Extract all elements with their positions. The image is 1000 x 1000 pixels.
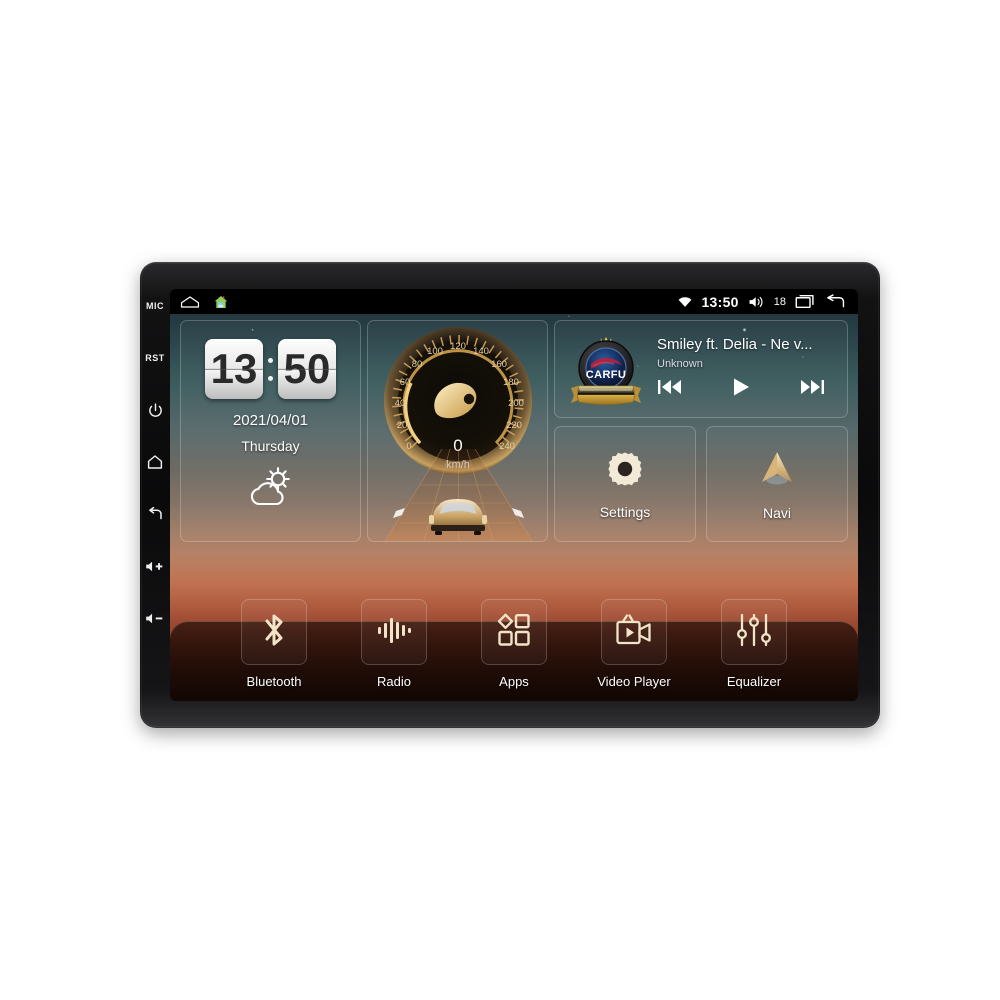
back-arrow-icon xyxy=(146,505,164,523)
home-house-icon[interactable] xyxy=(213,294,229,310)
equalizer-sliders-icon xyxy=(737,613,771,652)
dock-label-radio: Radio xyxy=(377,674,411,689)
back-arrow-icon[interactable] xyxy=(824,293,846,310)
hardware-key-volume-down[interactable] xyxy=(140,592,170,644)
svg-text:140: 140 xyxy=(473,346,489,357)
dock-label-equalizer: Equalizer xyxy=(726,674,782,689)
hardware-key-volume-up[interactable] xyxy=(140,540,170,592)
partly-cloudy-icon xyxy=(243,466,299,513)
svg-text:120: 120 xyxy=(450,341,466,352)
speaker-icon[interactable] xyxy=(748,295,765,309)
clock-minutes: 50 xyxy=(278,339,336,399)
track-artist: Unknown xyxy=(657,358,703,370)
car-head-unit-device: MIC RST 13:50 18 13 50 2021/04/01 Thursd… xyxy=(140,262,880,728)
navigation-arrow-icon xyxy=(756,448,798,495)
clock-date: 2021/04/01 xyxy=(232,412,309,429)
dock-item-equalizer[interactable]: Equalizer xyxy=(715,599,793,689)
bluetooth-icon xyxy=(257,611,291,654)
dock-item-radio[interactable]: Radio xyxy=(355,599,433,689)
svg-text:100: 100 xyxy=(427,346,443,357)
music-metadata: Smiley ft. Delia - Ne v... Unknown xyxy=(649,336,839,402)
road-graphic xyxy=(368,449,547,541)
album-art[interactable]: CARFU xyxy=(563,326,649,412)
dock-item-video-player[interactable]: Video Player xyxy=(595,599,673,689)
hardware-key-back[interactable] xyxy=(140,488,170,540)
mic-label: MIC xyxy=(146,301,164,311)
svg-text:20: 20 xyxy=(396,420,407,431)
hardware-key-mic[interactable]: MIC xyxy=(140,280,170,332)
svg-text:180: 180 xyxy=(503,377,519,388)
status-bar-left-group xyxy=(170,294,229,310)
screenshot-root: MIC RST 13:50 18 13 50 2021/04/01 Thursd… xyxy=(0,0,1000,1000)
status-bar-clock: 13:50 xyxy=(701,293,739,310)
tile-settings[interactable]: Settings xyxy=(554,426,696,542)
play-button[interactable] xyxy=(731,377,751,402)
reset-label: RST xyxy=(145,353,165,363)
tile-settings-label: Settings xyxy=(599,503,651,520)
dock-item-bluetooth[interactable]: Bluetooth xyxy=(235,599,313,689)
dock-label-bluetooth: Bluetooth xyxy=(246,674,302,689)
touchscreen-display: 13:50 18 13 50 2021/04/01 Thursday 0 20 … xyxy=(170,289,858,701)
tile-navi[interactable]: Navi xyxy=(706,426,848,542)
car-icon xyxy=(384,449,533,541)
svg-text:220: 220 xyxy=(506,420,522,431)
clock-weekday: Thursday xyxy=(241,438,300,454)
wifi-icon xyxy=(678,296,692,308)
power-icon xyxy=(147,402,164,419)
clock-colon xyxy=(265,339,276,399)
music-transport-controls xyxy=(657,377,839,402)
home-icon xyxy=(146,453,164,471)
track-title: Smiley ft. Delia - Ne v... xyxy=(657,336,813,353)
svg-text:40: 40 xyxy=(394,398,405,409)
overview-icon[interactable] xyxy=(180,295,200,309)
album-art-text: CARFU xyxy=(586,369,627,381)
weather-area[interactable] xyxy=(181,466,360,513)
hardware-key-reset[interactable]: RST xyxy=(140,332,170,384)
recents-icon[interactable] xyxy=(795,294,815,309)
gear-icon xyxy=(605,449,645,494)
previous-track-button[interactable] xyxy=(657,378,683,401)
tile-navi-label: Navi xyxy=(762,504,791,521)
svg-text:200: 200 xyxy=(508,398,524,409)
status-bar-right-group: 13:50 18 xyxy=(678,294,858,310)
hardware-key-column: MIC RST xyxy=(140,280,170,710)
hardware-key-power[interactable] xyxy=(140,384,170,436)
radio-waveform-icon xyxy=(376,613,412,652)
svg-text:60: 60 xyxy=(399,377,410,388)
status-bar: 13:50 18 xyxy=(170,289,858,314)
video-camera-icon xyxy=(615,613,653,652)
hardware-key-home[interactable] xyxy=(140,436,170,488)
speedometer-widget[interactable]: 0 20 40 60 80 100 120 140 160 180 200 22… xyxy=(367,320,548,542)
dock-label-video-player: Video Player xyxy=(597,674,671,689)
dock-label-apps: Apps xyxy=(499,674,529,689)
volume-level-value: 18 xyxy=(773,295,786,308)
clock-hours: 13 xyxy=(205,339,263,399)
app-dock: Bluetooth Radio Apps Video Player Equali… xyxy=(170,591,858,701)
carfu-badge-logo: CARFU xyxy=(571,337,641,405)
svg-text:80: 80 xyxy=(411,359,422,370)
clock-widget[interactable]: 13 50 2021/04/01 Thursday xyxy=(180,320,361,542)
svg-text:160: 160 xyxy=(491,359,507,370)
apps-grid-icon xyxy=(497,613,531,652)
music-player-widget[interactable]: CARFU Smiley ft. Delia - Ne v... Unknown xyxy=(554,320,848,418)
volume-down-icon xyxy=(144,611,166,626)
flip-clock: 13 50 xyxy=(181,339,360,399)
volume-up-icon xyxy=(144,559,166,574)
home-widget-area: 13 50 2021/04/01 Thursday 0 20 40 60 80 … xyxy=(170,314,858,572)
next-track-button[interactable] xyxy=(799,378,825,401)
dock-item-apps[interactable]: Apps xyxy=(475,599,553,689)
